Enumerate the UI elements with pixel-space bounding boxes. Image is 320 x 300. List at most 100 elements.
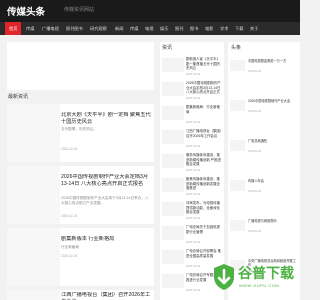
nav-item[interactable]: 传媒 xyxy=(24,22,36,35)
item-date: 2026-02-24 xyxy=(186,192,201,196)
nav-item[interactable]: 研究观察 xyxy=(88,22,109,35)
news-title[interactable]: 剧集新版本 行业新格局 xyxy=(61,236,151,243)
main-nav: 首页 传媒 广播电视 报刊图书 研究观察 新闻 传媒 电视 娱乐 报刊 图书 电… xyxy=(0,22,300,35)
item-thumbnail[interactable] xyxy=(162,154,184,168)
item-thumbnail[interactable] xyxy=(230,140,245,151)
item-thumbnail[interactable] xyxy=(162,82,184,96)
item-title[interactable]: 广电总局关于加强电视剧行业管理 xyxy=(186,225,223,239)
item-thumbnail[interactable] xyxy=(162,250,184,264)
list-item[interactable]: 中国电视剧金鹰奖一行一方 2026-02-24 xyxy=(228,56,300,94)
item-date: 2026-02-24 xyxy=(186,240,201,244)
item-thumbnail[interactable] xyxy=(162,274,184,288)
news-desc: 2026中国传视剧制作产业大会将于3月13-14日举办，八大核心亮点助力产业发展… xyxy=(61,196,149,205)
item-date: 2026-02-24 xyxy=(248,110,262,113)
featured-slider[interactable] xyxy=(7,42,154,90)
item-title[interactable]: 剧集新格局：行业新格局 xyxy=(186,105,223,119)
item-thumbnail[interactable] xyxy=(230,180,245,191)
item-date: 2026-02-24 xyxy=(248,190,262,193)
watermark-subtext: WWW.GUPU.COM xyxy=(239,283,280,288)
list-item[interactable]: 传媒人年会 2026-02-24 xyxy=(228,176,300,214)
nav-item[interactable]: 图书 xyxy=(188,22,200,35)
nav-item[interactable]: 关于 xyxy=(248,22,260,35)
item-date: 2026-02-24 xyxy=(186,72,201,76)
list-item[interactable]: 评审发布，为电视传播提供新动能，全面深化融合发展 2026-02-24 xyxy=(160,200,224,222)
news-title[interactable]: 江西广播电视台（集团）召开2026年工作会议 xyxy=(61,292,151,300)
item-date: 2026-02-24 xyxy=(186,120,201,124)
item-thumbnail[interactable] xyxy=(162,202,184,216)
item-thumbnail[interactable] xyxy=(230,220,245,231)
nav-item[interactable]: 报刊 xyxy=(173,22,185,35)
news-item[interactable]: 江西广播电视台（集团）召开2026年工作会议 xyxy=(7,290,154,300)
news-date: 2026-02-24 xyxy=(61,254,78,258)
list-item[interactable]: 广电总局通知 2026-02-24 xyxy=(228,136,300,174)
item-thumbnail[interactable] xyxy=(162,226,184,240)
nav-item[interactable]: 电影 xyxy=(203,22,215,35)
news-title[interactable]: 北京大剧《天平半》剧一定档 聚焦五代十国历史风云 xyxy=(61,112,151,126)
item-thumbnail[interactable] xyxy=(230,60,245,71)
news-desc: 行业新格局 xyxy=(61,245,79,249)
news-thumbnail[interactable] xyxy=(7,290,60,300)
nav-item[interactable]: 传媒 xyxy=(128,22,140,35)
item-title[interactable]: 江西广播电视台（集团）召开2026年工作会议 xyxy=(186,129,223,143)
site-tagline: 传媒资讯网站 xyxy=(64,7,95,13)
list-item[interactable]: 江西广播电视台（集团）召开2026年工作会议 2026-02-24 xyxy=(160,128,224,150)
nav-item[interactable]: 下载 xyxy=(233,22,245,35)
news-thumbnail[interactable] xyxy=(7,228,60,286)
list-item[interactable]: 广电总局关于加强电视剧行业管理 2026-02-24 xyxy=(160,224,224,246)
news-item[interactable]: 2026中国传视剧制作产业大会定档3月13-14日 八大核心亮点开启正式报名 2… xyxy=(7,166,154,224)
nav-item-home[interactable]: 首页 xyxy=(5,22,22,35)
item-thumbnail[interactable] xyxy=(162,106,184,120)
news-item[interactable]: 剧集新版本 行业新格局 行业新格局 2026-02-24 xyxy=(7,228,154,286)
item-title[interactable]: 2026中国电视剧制作产业大会定档3月13-14日 八大核心亮点开启正式报名 xyxy=(186,81,223,95)
news-thumbnail[interactable] xyxy=(7,104,60,162)
news-date: 2026-02-24 xyxy=(61,214,78,218)
news-item[interactable]: 北京大剧《天平半》剧一定档 聚焦五代十国历史风云 五代剧情，历史风云。 2024… xyxy=(7,104,154,162)
list-item[interactable]: 聚焦传播体系建设，推进新闻传播创新发展全面推进 2026-02-24 xyxy=(160,176,224,198)
item-thumbnail[interactable] xyxy=(162,58,184,72)
nav-item[interactable]: 新闻 xyxy=(113,22,125,35)
list-item[interactable]: 服务传播体系建设，推进新闻传播创新 严推进融合发展 2026-02-24 xyxy=(160,152,224,174)
item-date: 2026-02-24 xyxy=(186,168,201,172)
item-thumbnail[interactable] xyxy=(162,178,184,192)
item-thumbnail[interactable] xyxy=(230,100,245,111)
nav-item[interactable]: 学术 xyxy=(218,22,230,35)
news-title[interactable]: 2026中国传视剧制作产业大会定档3月13-14日 八大核心亮点开启正式报名 xyxy=(61,174,151,188)
watermark-text: 谷普下载 xyxy=(238,265,294,281)
item-date: 2026-02-24 xyxy=(186,216,201,220)
item-date: 2026-02-24 xyxy=(186,144,201,148)
item-title[interactable]: 广电总局通知 xyxy=(248,139,298,149)
list-item[interactable]: 广播电视与网络视听 2026-02-24 xyxy=(228,216,300,254)
item-date: 2026-02-24 xyxy=(186,288,201,292)
section-title-right: 头条 xyxy=(231,45,242,51)
list-item[interactable]: 2026中国电视剧制作产业大会 2026-02-24 xyxy=(228,96,300,134)
item-title[interactable]: 剧新浪人宣《天平半》剧一集首播五代十国历史风云 xyxy=(186,57,223,71)
item-date: 2026-02-24 xyxy=(186,96,201,100)
item-title[interactable]: 2026中国电视剧制作产业大会 xyxy=(248,99,298,109)
nav-item[interactable]: 报刊图书 xyxy=(64,22,85,35)
nav-item[interactable]: 广播电视 xyxy=(40,22,61,35)
watermark-logo: 谷普下载 WWW.GUPU.COM xyxy=(213,257,298,297)
nav-item[interactable]: 娱乐 xyxy=(158,22,170,35)
item-title[interactable]: 评审发布，为电视传播提供新动能，全面深化融合发展 xyxy=(186,201,223,215)
news-desc: 五代剧情，历史风云。 xyxy=(61,127,97,131)
shield-icon xyxy=(214,264,234,290)
item-date: 2026-02-24 xyxy=(186,264,201,268)
item-date: 2026-02-24 xyxy=(248,70,262,73)
item-title[interactable]: 聚焦传播体系建设，推进新闻传播创新发展全面推进 xyxy=(186,177,223,191)
item-thumbnail[interactable] xyxy=(162,130,184,144)
item-title[interactable]: 广播电视与网络视听 xyxy=(248,219,298,229)
section-title-middle: 资讯 xyxy=(162,45,173,51)
site-logo[interactable]: 传媒头条 xyxy=(7,4,45,18)
nav-item[interactable]: 电视 xyxy=(143,22,155,35)
top-header: 传媒头条 传媒资讯网站 xyxy=(0,0,300,22)
news-thumbnail[interactable] xyxy=(7,166,60,224)
news-date: 2024-12-04 xyxy=(61,147,78,151)
item-title[interactable]: 传媒人年会 xyxy=(248,179,298,189)
item-title[interactable]: 服务传播体系建设，推进新闻传播创新 严推进融合发展 xyxy=(186,153,223,167)
item-date: 2026-02-24 xyxy=(248,230,262,233)
list-item[interactable]: 2026中国电视剧制作产业大会定档3月13-14日 八大核心亮点开启正式报名 2… xyxy=(160,80,224,102)
list-item[interactable]: 剧新浪人宣《天平半》剧一集首播五代十国历史风云 2026-02-24 xyxy=(160,56,224,78)
list-item[interactable]: 剧集新格局：行业新格局 2026-02-24 xyxy=(160,104,224,126)
section-title-latest: 最新资讯 xyxy=(8,94,29,100)
item-title[interactable]: 中国电视剧金鹰奖一行一方 xyxy=(248,59,298,69)
